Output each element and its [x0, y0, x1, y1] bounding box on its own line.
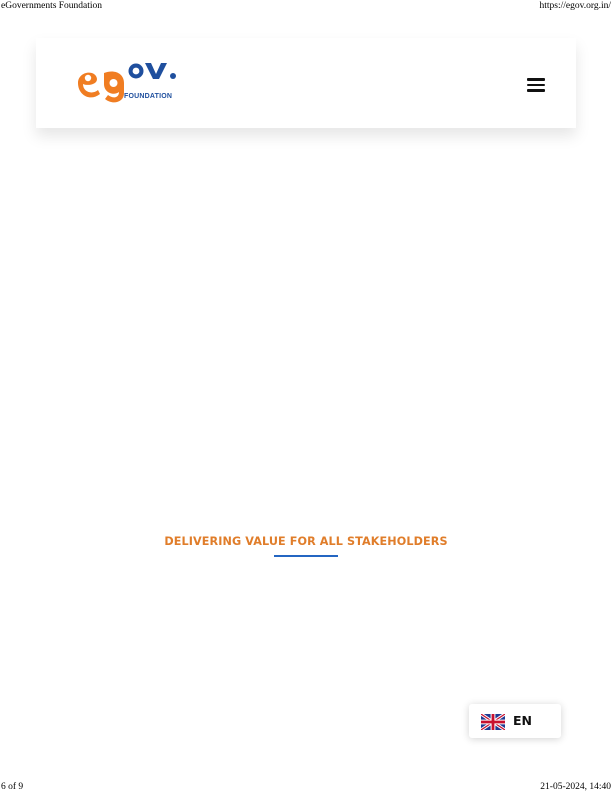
egov-logo[interactable]: FOUNDATION — [74, 59, 186, 107]
logo-subtext: FOUNDATION — [124, 93, 173, 100]
title-underline — [274, 555, 338, 557]
print-header: eGovernments Foundation https://egov.org… — [0, 0, 612, 12]
print-datetime: 21-05-2024, 14:40 — [540, 782, 611, 792]
hamburger-icon-bar — [527, 89, 545, 92]
site-header: FOUNDATION — [36, 38, 576, 128]
hamburger-menu-button[interactable] — [527, 78, 545, 92]
language-label: EN — [513, 713, 533, 728]
hamburger-icon-bar — [527, 78, 545, 81]
print-footer: 6 of 9 21-05-2024, 14:40 — [0, 781, 612, 793]
print-site-name: eGovernments Foundation — [1, 1, 103, 11]
uk-flag-icon — [481, 714, 505, 730]
print-url: https://egov.org.in/ — [539, 1, 611, 11]
language-switcher[interactable]: EN — [469, 704, 561, 738]
hamburger-icon-bar — [527, 83, 545, 87]
page-number: 6 of 9 — [1, 782, 24, 792]
section-title: DELIVERING VALUE FOR ALL STAKEHOLDERS — [164, 535, 448, 549]
